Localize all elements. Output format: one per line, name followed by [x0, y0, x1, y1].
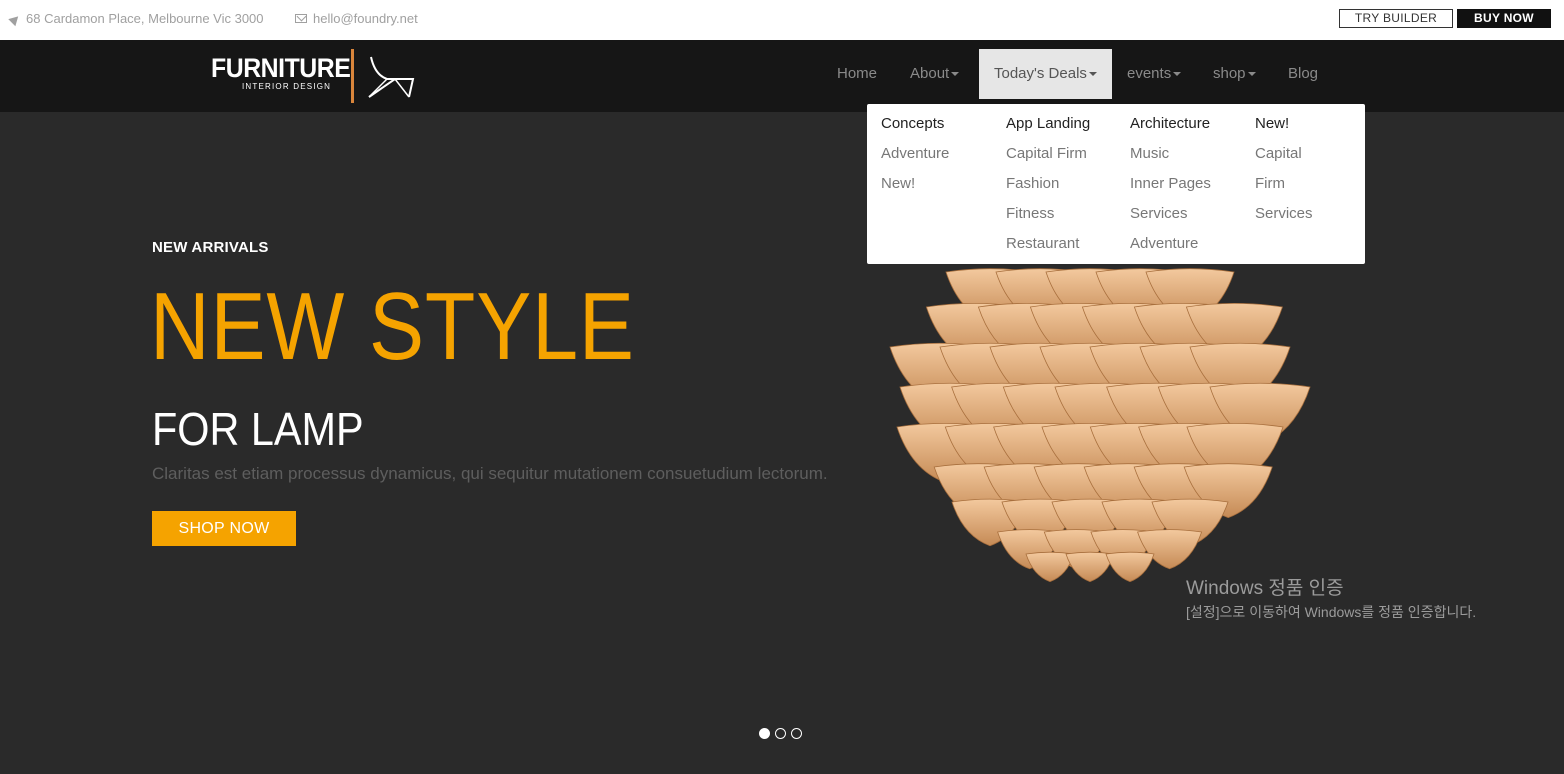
- nav-blog-label: Blog: [1288, 65, 1319, 82]
- menu-item[interactable]: Services: [1130, 204, 1211, 234]
- email-info[interactable]: hello@foundry.net: [295, 11, 418, 26]
- menu-item[interactable]: Inner Pages: [1130, 174, 1211, 204]
- windows-activation-watermark: Windows 정품 인증 [설정]으로 이동하여 Windows를 정품 인증…: [1186, 577, 1476, 623]
- menu-column-new: New! Capital Firm Services: [1255, 114, 1313, 234]
- pinecone-lamp-image: [889, 268, 1311, 583]
- top-bar: 68 Cardamon Place, Melbourne Vic 3000 he…: [0, 0, 1564, 40]
- location-arrow-icon: [10, 14, 20, 24]
- nav-about-label: About: [910, 65, 950, 82]
- shop-now-button[interactable]: SHOP NOW: [152, 511, 296, 546]
- logo-subtitle: INTERIOR DESIGN: [242, 82, 332, 91]
- hero-description: Claritas est etiam processus dynamicus, …: [152, 464, 828, 483]
- menu-column-app-landing: App Landing Capital Firm Fashion Fitness…: [1006, 114, 1090, 264]
- menu-heading[interactable]: Concepts: [881, 114, 949, 144]
- caret-down-icon: [951, 72, 960, 77]
- buy-now-button[interactable]: BUY NOW: [1457, 9, 1551, 28]
- email-link[interactable]: hello@foundry.net: [313, 11, 418, 26]
- try-builder-button[interactable]: TRY BUILDER: [1339, 9, 1453, 28]
- hero-eyebrow: NEW ARRIVALS: [152, 239, 269, 256]
- menu-item[interactable]: Music: [1130, 144, 1211, 174]
- watermark-line-2: [설정]으로 이동하여 Windows를 정품 인증합니다.: [1186, 604, 1477, 620]
- menu-item[interactable]: Capital Firm: [1006, 144, 1090, 174]
- menu-column-concepts: Concepts Adventure New!: [881, 114, 949, 204]
- nav-shop[interactable]: shop: [1213, 49, 1256, 99]
- slider-dots: [759, 728, 802, 739]
- menu-item[interactable]: Services: [1255, 204, 1313, 234]
- address-info: 68 Cardamon Place, Melbourne Vic 3000: [10, 11, 264, 26]
- menu-item[interactable]: Firm: [1255, 174, 1313, 204]
- envelope-icon: [295, 14, 307, 23]
- menu-item[interactable]: Fitness: [1006, 204, 1090, 234]
- main-navbar: FURNITURE INTERIOR DESIGN Home About Tod…: [0, 40, 1564, 112]
- nav-about[interactable]: About: [910, 49, 960, 99]
- nav-home[interactable]: Home: [837, 49, 877, 99]
- menu-heading[interactable]: New!: [1255, 114, 1313, 144]
- menu-item[interactable]: Adventure: [881, 144, 949, 174]
- slider-dot-3[interactable]: [791, 728, 802, 739]
- nav-shop-label: shop: [1213, 65, 1246, 82]
- menu-item[interactable]: Restaurant: [1006, 234, 1090, 264]
- deals-mega-menu: Concepts Adventure New! App Landing Capi…: [867, 104, 1365, 264]
- nav-blog[interactable]: Blog: [1288, 49, 1318, 99]
- nav-events[interactable]: events: [1127, 49, 1182, 99]
- hero-headline: NEW STYLE: [150, 273, 635, 380]
- menu-item[interactable]: New!: [881, 174, 949, 204]
- nav-deals-label: Today's Deals: [994, 65, 1087, 82]
- nav-events-label: events: [1127, 65, 1172, 82]
- address-text: 68 Cardamon Place, Melbourne Vic 3000: [26, 11, 264, 26]
- chair-logo-icon: [368, 56, 415, 98]
- logo-title: FURNITURE: [211, 53, 351, 83]
- nav-home-label: Home: [837, 65, 878, 82]
- caret-down-icon: [1088, 72, 1097, 77]
- caret-down-icon: [1173, 72, 1182, 77]
- logo-divider: [351, 49, 354, 103]
- lamp-petal: [1105, 551, 1155, 583]
- menu-item[interactable]: Adventure: [1130, 234, 1211, 264]
- menu-column-architecture: Architecture Music Inner Pages Services …: [1130, 114, 1211, 264]
- watermark-line-1: Windows 정품 인증: [1186, 578, 1344, 599]
- hero-subhead: FOR LAMP: [152, 403, 364, 455]
- menu-heading[interactable]: App Landing: [1006, 114, 1090, 144]
- menu-heading[interactable]: Architecture: [1130, 114, 1211, 144]
- nav-todays-deals[interactable]: Today's Deals: [979, 49, 1112, 99]
- menu-item[interactable]: Capital: [1255, 144, 1313, 174]
- slider-dot-2[interactable]: [775, 728, 786, 739]
- slider-dot-1[interactable]: [759, 728, 770, 739]
- caret-down-icon: [1247, 72, 1256, 77]
- menu-item[interactable]: Fashion: [1006, 174, 1090, 204]
